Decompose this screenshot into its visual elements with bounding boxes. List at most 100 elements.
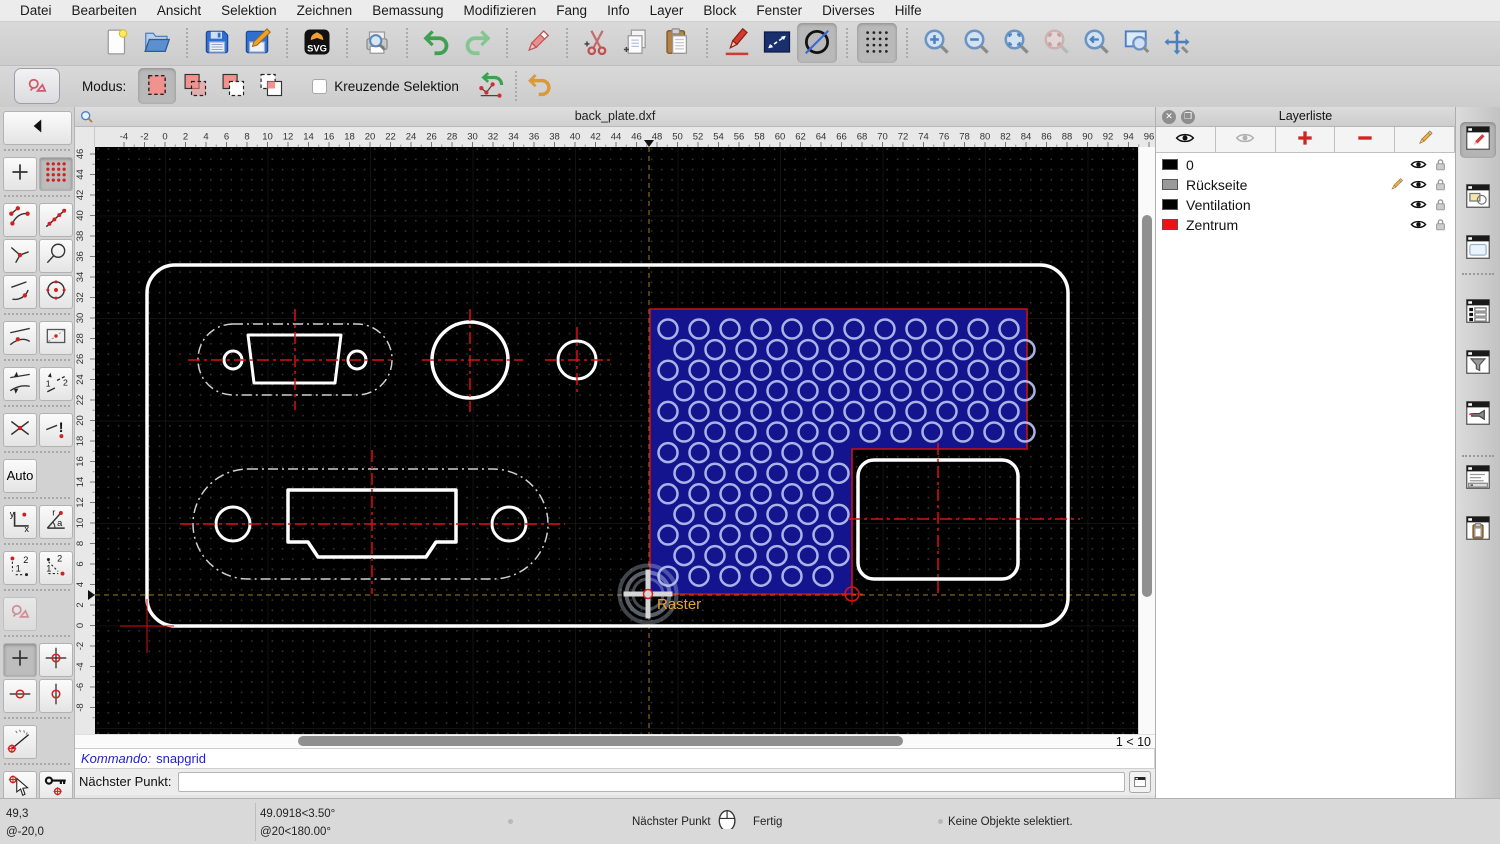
menu-item-block[interactable]: Block <box>693 0 746 22</box>
restore-selection-button[interactable] <box>473 68 511 104</box>
edit-layer-button[interactable] <box>1395 126 1455 152</box>
menu-item-ansicht[interactable]: Ansicht <box>147 0 211 22</box>
block-list-panel-toggle[interactable] <box>1460 180 1496 216</box>
print-preview-button[interactable] <box>357 23 397 63</box>
menu-item-modifizieren[interactable]: Modifizieren <box>454 0 547 22</box>
lock-relative-zero-button[interactable] <box>39 770 73 798</box>
menu-item-datei[interactable]: Datei <box>10 0 62 22</box>
crossing-selection-checkbox[interactable]: Kreuzende Selektion <box>312 78 459 94</box>
layer-color-swatch[interactable] <box>1162 219 1178 231</box>
layer-visibility-icon[interactable] <box>1410 196 1427 213</box>
snap-intersection-button[interactable] <box>3 412 37 447</box>
crosshair-horizontal-button[interactable] <box>3 678 37 713</box>
snap-free-button[interactable] <box>3 156 37 191</box>
list-view-panel-toggle[interactable] <box>1460 295 1496 331</box>
zoom-previous-button[interactable] <box>1077 23 1117 63</box>
drawing-canvas[interactable]: Raster <box>95 146 1138 734</box>
restrict-orthogonal-button[interactable] <box>3 366 37 401</box>
command-input[interactable] <box>177 771 1125 792</box>
export-svg-button[interactable]: SVG <box>297 23 337 63</box>
mode-intersect-button[interactable] <box>252 68 290 104</box>
mode-replace-button[interactable] <box>138 68 177 105</box>
back-arrow-button[interactable] <box>3 110 72 145</box>
dimension-rect-button[interactable] <box>757 23 797 63</box>
layer-color-swatch[interactable] <box>1162 199 1178 211</box>
property-editor-panel-toggle[interactable] <box>1460 121 1496 158</box>
crosshair-full-button[interactable] <box>39 642 73 677</box>
zoom-pan-button[interactable] <box>1157 23 1197 63</box>
selection-visibility-button[interactable] <box>3 596 37 631</box>
horizontal-scrollbar[interactable]: 1 < 10 <box>75 733 1155 749</box>
menu-item-diverses[interactable]: Diverses <box>812 0 885 22</box>
mode-remove-button[interactable] <box>214 68 252 104</box>
layer-color-swatch[interactable] <box>1162 179 1178 191</box>
layer-visibility-icon[interactable] <box>1410 216 1427 233</box>
zero-plus-button[interactable] <box>3 642 37 677</box>
snap-center-button[interactable] <box>39 274 73 309</box>
menu-item-layer[interactable]: Layer <box>640 0 694 22</box>
coord-cartesian-button[interactable]: yx <box>3 504 37 539</box>
menu-item-bearbeiten[interactable]: Bearbeiten <box>62 0 147 22</box>
snap-nearest-button[interactable] <box>3 320 37 355</box>
snap-grid-button[interactable] <box>39 156 73 191</box>
add-layer-button[interactable] <box>1276 126 1336 152</box>
float-panel-icon[interactable]: ❐ <box>1181 109 1195 124</box>
crosshair-vertical-button[interactable] <box>39 678 73 713</box>
remove-layer-button[interactable] <box>1335 126 1396 152</box>
layer-row[interactable]: Zentrum <box>1156 215 1455 235</box>
command-line-panel-toggle[interactable] <box>1460 461 1496 497</box>
menu-item-hilfe[interactable]: Hilfe <box>885 0 932 22</box>
coord-polar-button[interactable]: ra <box>39 504 73 539</box>
menu-item-zeichnen[interactable]: Zeichnen <box>287 0 363 22</box>
menu-item-fenster[interactable]: Fenster <box>746 0 812 22</box>
selection-filter-panel-toggle[interactable] <box>1460 346 1496 382</box>
delete-eraser-button[interactable] <box>517 23 557 63</box>
layer-row[interactable]: Ventilation <box>1156 195 1455 215</box>
snap-reference-button[interactable] <box>39 320 73 355</box>
new-file-button[interactable] <box>97 23 137 63</box>
selection-tool-button[interactable] <box>14 68 60 105</box>
snap-perpendicular-button[interactable] <box>3 238 37 273</box>
snap-entity-button[interactable] <box>39 238 73 273</box>
save-as-button[interactable] <box>237 23 277 63</box>
draw-pencil-button[interactable] <box>717 23 757 63</box>
layer-visibility-icon[interactable] <box>1410 156 1427 173</box>
undo-selection-button[interactable] <box>521 68 559 104</box>
menu-item-bemassung[interactable]: Bemassung <box>362 0 453 22</box>
undo-button[interactable] <box>417 23 457 63</box>
restrict-12-button[interactable]: 12 <box>39 366 73 401</box>
clipboard-panel-toggle[interactable] <box>1460 512 1496 548</box>
layer-lock-icon[interactable] <box>1432 156 1449 173</box>
layer-lock-icon[interactable] <box>1432 216 1449 233</box>
layer-row[interactable]: Rückseite <box>1156 175 1455 195</box>
layer-color-swatch[interactable] <box>1162 159 1178 171</box>
layer-row[interactable]: 0 <box>1156 155 1455 175</box>
layer-visibility-icon[interactable] <box>1410 176 1427 193</box>
save-button[interactable] <box>197 23 237 63</box>
library-browser-panel-toggle[interactable] <box>1460 231 1496 267</box>
copy-button[interactable] <box>617 23 657 63</box>
zoom-window-button[interactable] <box>1117 23 1157 63</box>
grid-toggle-button[interactable] <box>857 23 897 64</box>
zoom-auto-button[interactable] <box>997 23 1037 63</box>
pen-settings-panel-toggle[interactable] <box>1460 397 1496 433</box>
command-window-button[interactable] <box>1129 770 1151 793</box>
zoom-in-button[interactable] <box>917 23 957 63</box>
rel-cartesian-button[interactable]: 12 <box>3 550 37 585</box>
layer-lock-icon[interactable] <box>1432 176 1449 193</box>
horizontal-scrollbar-track[interactable] <box>93 735 1103 747</box>
horizontal-scrollbar-thumb[interactable] <box>298 736 903 747</box>
snap-tangent-button[interactable] <box>3 274 37 309</box>
redo-button[interactable] <box>457 23 497 63</box>
menu-item-fang[interactable]: Fang <box>546 0 597 22</box>
snap-endpoints-button[interactable] <box>3 202 37 237</box>
zoom-selection-button[interactable] <box>1037 23 1077 63</box>
protractor-button[interactable] <box>3 724 37 759</box>
paste-button[interactable] <box>657 23 697 63</box>
vertical-scrollbar[interactable] <box>1138 146 1155 734</box>
circle-modify-button[interactable] <box>797 23 837 64</box>
checkbox-box[interactable] <box>312 78 328 94</box>
cut-button[interactable] <box>577 23 617 63</box>
set-relative-zero-button[interactable] <box>3 770 37 798</box>
snap-on-entity-button[interactable] <box>39 202 73 237</box>
